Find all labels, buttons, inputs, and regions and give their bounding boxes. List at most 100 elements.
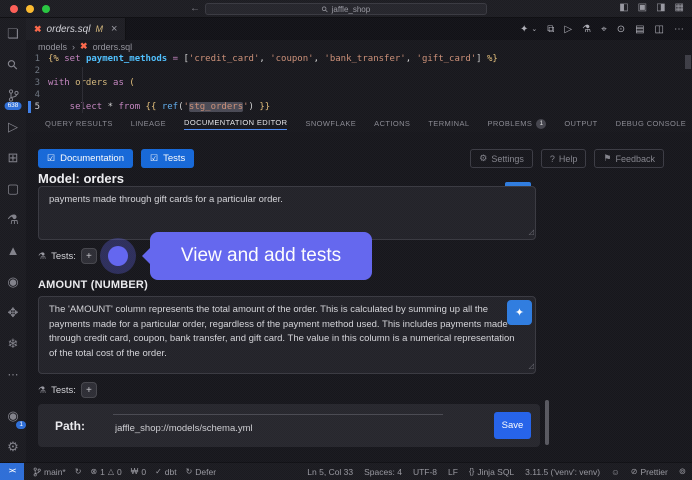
pin-icon[interactable]: ⌖: [601, 24, 607, 35]
python-interpreter-status[interactable]: 3.11.5 ('venv': venv): [525, 467, 600, 477]
add-test-button[interactable]: +: [81, 382, 97, 398]
customize-layout-icon[interactable]: ▦: [675, 2, 684, 13]
breadcrumb-file[interactable]: orders.sql: [93, 42, 133, 52]
more-views-icon[interactable]: ⋯: [0, 359, 26, 390]
resize-handle-icon[interactable]: ◿: [529, 228, 534, 239]
dbt-status[interactable]: ✓ dbt: [155, 467, 177, 477]
panel-tab-terminal[interactable]: TERMINAL: [419, 115, 478, 132]
code-line[interactable]: 4: [26, 89, 692, 101]
counter-status[interactable]: ₩ 0: [131, 467, 146, 477]
indentation-status[interactable]: Spaces: 4: [364, 467, 402, 477]
minimize-window-button[interactable]: [26, 5, 34, 13]
dbt-build-dropdown-icon[interactable]: ⌄: [531, 25, 537, 33]
dbt-power-user-icon[interactable]: ▲: [0, 235, 26, 266]
panel-tab-bar: QUERY RESULTS LINEAGE DOCUMENTATION EDIT…: [26, 115, 692, 132]
tests-label: Tests:: [51, 385, 76, 396]
encoding-status[interactable]: UTF-8: [413, 467, 437, 477]
panel-scrollbar[interactable]: [545, 400, 549, 445]
path-label: Path:: [55, 419, 85, 433]
ai-generate-button[interactable]: ✦: [507, 300, 532, 325]
breadcrumb-separator-icon: ›: [72, 42, 75, 52]
source-control-icon[interactable]: 638: [0, 80, 26, 111]
remote-indicator[interactable]: ><: [0, 463, 24, 480]
branch-icon: [8, 89, 19, 102]
toggle-panel-icon[interactable]: ▣: [638, 2, 647, 13]
documentation-toggle-button[interactable]: ☑ Documentation: [38, 149, 133, 168]
help-icon: ?: [550, 154, 555, 164]
add-test-button[interactable]: +: [81, 248, 97, 264]
language-mode-status[interactable]: {} Jinja SQL: [469, 467, 514, 477]
tab-orders-sql[interactable]: ✖ orders.sql M ×: [26, 18, 126, 40]
code-line[interactable]: 5 select * from {{ ref('stg_orders') }}: [26, 101, 692, 113]
problems-badge: 1: [536, 119, 546, 129]
window-controls[interactable]: [10, 5, 50, 13]
toggle-sidebar-left-icon[interactable]: ◧: [619, 2, 628, 13]
model-title: Model: orders: [38, 171, 124, 186]
tests-toggle-button[interactable]: ☑ Tests: [141, 149, 194, 168]
snowflake-icon[interactable]: ❄: [0, 328, 26, 359]
close-window-button[interactable]: [10, 5, 18, 13]
testing-icon[interactable]: ⚗: [0, 204, 26, 235]
panel-tab-output[interactable]: OUTPUT: [555, 115, 606, 132]
search-icon: ⚲: [319, 4, 330, 15]
editor-area: ✖ orders.sql M × ✦ ⌄ ⧉ ▷ ⚗ ⌖ ⊙ ▤ ◫ ⋯ mod…: [26, 18, 692, 462]
code-line[interactable]: 3with orders as (: [26, 77, 692, 89]
accounts-icon[interactable]: ◉ 1: [0, 400, 26, 431]
extensions-icon[interactable]: ⊞: [0, 142, 26, 173]
search-sidebar-icon[interactable]: ⚲: [0, 49, 26, 80]
path-input[interactable]: [113, 414, 443, 438]
panel-tab-debug-console[interactable]: DEBUG CONSOLE: [607, 115, 692, 132]
feedback-smiley-icon[interactable]: ☺: [611, 467, 620, 477]
remote-explorer-icon[interactable]: ▢: [0, 173, 26, 204]
preview-icon[interactable]: ▤: [635, 24, 644, 35]
editor-scrollbar[interactable]: [685, 55, 691, 69]
search-text: jaffle_shop: [332, 5, 371, 14]
live-share-icon[interactable]: ✥: [0, 297, 26, 328]
panel-tab-snowflake[interactable]: SNOWFLAKE: [296, 115, 365, 132]
problems-status[interactable]: ⊗ 1 △ 0: [90, 467, 121, 477]
feedback-button[interactable]: ⚑ Feedback: [594, 149, 664, 168]
line-source: with orders as (: [48, 77, 135, 89]
compare-icon[interactable]: ⧉: [547, 24, 554, 35]
branch-icon: [33, 467, 41, 477]
line-number: 3: [26, 77, 48, 89]
split-editor-icon[interactable]: ◫: [655, 24, 664, 35]
code-line[interactable]: 2: [26, 65, 692, 77]
defer-status[interactable]: ↻ Defer: [186, 467, 217, 477]
prettier-status[interactable]: ⊘ Prettier: [631, 467, 668, 477]
panel-tab-actions[interactable]: ACTIONS: [365, 115, 419, 132]
panel-tab-documentation-editor[interactable]: DOCUMENTATION EDITOR: [175, 115, 296, 132]
save-button[interactable]: Save: [494, 412, 531, 439]
panel-tab-query-results[interactable]: QUERY RESULTS: [36, 115, 122, 132]
maximize-window-button[interactable]: [42, 5, 50, 13]
run-debug-icon[interactable]: ▷: [0, 111, 26, 142]
run-file-icon[interactable]: ▷: [564, 24, 572, 35]
code-editor[interactable]: 1{% set payment_methods = ['credit_card'…: [26, 53, 692, 115]
dbt-build-icon[interactable]: ✦: [520, 24, 528, 35]
breadcrumb-folder[interactable]: models: [38, 42, 67, 52]
help-button[interactable]: ? Help: [541, 149, 587, 168]
settings-gear-icon[interactable]: ⚙: [0, 431, 26, 462]
breadcrumb: models › ✖ orders.sql: [26, 40, 692, 53]
tab-close-icon[interactable]: ×: [111, 23, 117, 35]
explorer-icon[interactable]: ❏: [0, 18, 26, 49]
git-branch-status[interactable]: main*: [33, 467, 66, 477]
dbt-file-icon: ✖: [80, 41, 88, 52]
panel-tab-lineage[interactable]: LINEAGE: [122, 115, 175, 132]
command-center-search[interactable]: ⚲ jaffle_shop: [205, 3, 487, 15]
validate-icon[interactable]: ⊙: [617, 24, 625, 35]
eol-status[interactable]: LF: [448, 467, 458, 477]
cursor-position-status[interactable]: Ln 5, Col 33: [307, 467, 353, 477]
notifications-bell-icon[interactable]: ⊚: [679, 466, 686, 477]
history-back-icon[interactable]: ←: [190, 3, 200, 14]
panel-tab-problems[interactable]: PROBLEMS 1: [478, 115, 555, 132]
test-model-icon[interactable]: ⚗: [582, 24, 591, 35]
toggle-sidebar-right-icon[interactable]: ◨: [656, 2, 665, 13]
account-view-icon[interactable]: ◉: [0, 266, 26, 297]
amount-description-textarea[interactable]: The 'AMOUNT' column represents the total…: [38, 296, 536, 374]
settings-button[interactable]: ⚙ Settings: [470, 149, 533, 168]
resize-handle-icon[interactable]: ◿: [529, 362, 534, 373]
git-sync-status[interactable]: ↻: [75, 467, 82, 476]
code-line[interactable]: 1{% set payment_methods = ['credit_card'…: [26, 53, 692, 65]
more-actions-icon[interactable]: ⋯: [674, 24, 684, 35]
